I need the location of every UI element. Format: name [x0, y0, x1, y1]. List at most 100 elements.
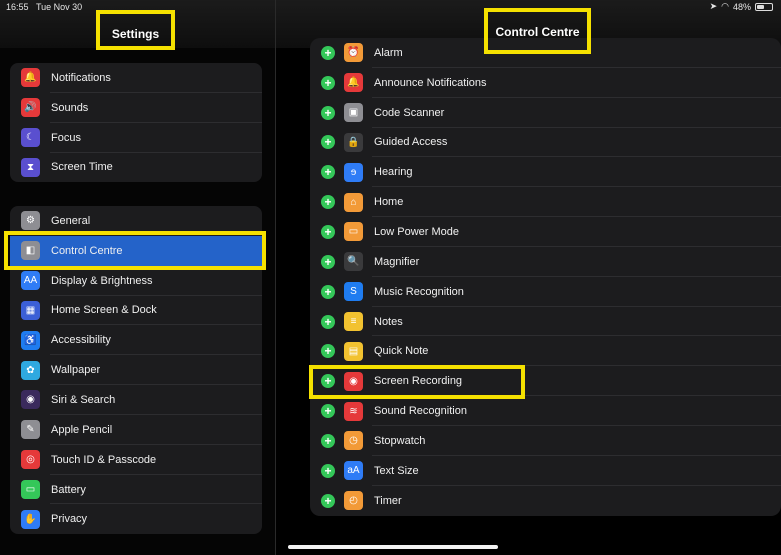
sidebar-item-label: Display & Brightness: [51, 274, 153, 287]
sidebar-item-battery[interactable]: ▭ Battery: [10, 475, 262, 505]
control-item-guided-access: + 🔒 Guided Access: [310, 128, 781, 158]
accessibility-icon: ♿: [21, 330, 40, 350]
battery-icon: ▭: [21, 480, 40, 500]
sidebar-item-home-screen-and-dock[interactable]: ▦ Home Screen & Dock: [10, 296, 262, 326]
sidebar-item-label: Control Centre: [51, 244, 123, 257]
add-control-button[interactable]: +: [321, 284, 335, 299]
sidebar-item-siri-and-search[interactable]: ◉ Siri & Search: [10, 385, 262, 415]
display-icon: AA: [21, 271, 40, 291]
settings-group-2: ⚙ General ◧ Control Centre AA Display & Brigh…: [10, 206, 262, 534]
control-item-label: Announce Notifications: [374, 76, 487, 89]
sidebar-item-focus[interactable]: ☾ Focus: [10, 123, 262, 153]
settings-group-1: 🔔 Notifications 🔊 Sounds ☾ Focus ⧗ Screen Time: [10, 63, 262, 182]
fingerprint-icon: ◎: [21, 450, 40, 470]
control-item-label: Stopwatch: [374, 434, 426, 447]
add-control-button[interactable]: +: [321, 433, 335, 448]
low-power-icon: ▭: [344, 222, 363, 242]
sidebar-item-accessibility[interactable]: ♿ Accessibility: [10, 325, 262, 356]
sidebar-item-label: Notifications: [51, 71, 111, 84]
control-item-low-power-mode: + ▭ Low Power Mode: [310, 217, 781, 247]
sidebar-item-general[interactable]: ⚙ General: [10, 206, 262, 236]
timer-icon: ◴: [344, 491, 363, 511]
control-item-sound-recognition: + ≋ Sound Recognition: [310, 396, 781, 426]
sidebar-item-label: Battery: [51, 483, 86, 496]
control-item-label: Hearing: [374, 166, 413, 179]
control-item-label: Low Power Mode: [374, 225, 459, 238]
detail-title: Control Centre: [484, 8, 591, 54]
magnifier-icon: 🔍: [344, 252, 363, 272]
add-control-button[interactable]: +: [321, 314, 335, 329]
control-item-label: Guided Access: [374, 136, 448, 149]
ear-icon: ɘ: [344, 162, 363, 182]
sidebar-item-label: Screen Time: [51, 161, 113, 174]
announce-icon: 🔔: [344, 73, 363, 93]
sidebar-item-privacy[interactable]: ✋ Privacy: [10, 504, 262, 534]
sidebar-item-label: Privacy: [51, 513, 88, 526]
wifi-icon: ◠: [721, 1, 729, 11]
add-control-button[interactable]: +: [321, 45, 335, 60]
sidebar-item-notifications[interactable]: 🔔 Notifications: [10, 63, 262, 93]
sidebar-item-touch-id-and-passcode[interactable]: ◎ Touch ID & Passcode: [10, 445, 262, 475]
control-item-quick-note: + ▤ Quick Note: [310, 336, 781, 367]
status-date: Tue Nov 30: [36, 2, 83, 12]
control-item-label: Magnifier: [374, 255, 420, 268]
text-size-icon: aA: [344, 461, 363, 481]
control-item-timer: + ◴ Timer: [310, 486, 781, 516]
add-control-button[interactable]: +: [321, 404, 335, 419]
add-control-button[interactable]: +: [321, 493, 335, 508]
control-item-label: Quick Note: [374, 345, 429, 358]
wallpaper-icon: ✿: [21, 360, 40, 380]
add-control-button[interactable]: +: [321, 463, 335, 478]
sidebar-title: Settings: [96, 10, 175, 50]
add-control-button[interactable]: +: [321, 195, 335, 210]
add-control-button[interactable]: +: [321, 135, 335, 150]
gear-icon: ⚙: [21, 211, 40, 231]
sidebar-item-label: Touch ID & Passcode: [51, 453, 157, 466]
stopwatch-icon: ◷: [344, 431, 363, 451]
notes-icon: ≡: [344, 312, 363, 332]
control-item-label: Sound Recognition: [374, 405, 467, 418]
control-item-label: Music Recognition: [374, 285, 464, 298]
control-item-hearing: + ɘ Hearing: [310, 157, 781, 188]
add-control-button[interactable]: +: [321, 374, 335, 389]
add-control-button[interactable]: +: [321, 165, 335, 180]
control-item-notes: + ≡ Notes: [310, 307, 781, 337]
control-item-music-recognition: + S Music Recognition: [310, 277, 781, 307]
control-item-label: Home: [374, 196, 404, 209]
sidebar-item-label: Sounds: [51, 101, 89, 114]
control-item-magnifier: + 🔍 Magnifier: [310, 247, 781, 277]
lock-icon: 🔒: [344, 132, 363, 152]
control-item-stopwatch: + ◷ Stopwatch: [310, 426, 781, 456]
control-item-label: Code Scanner: [374, 106, 445, 119]
home-indicator[interactable]: [288, 545, 498, 549]
add-control-button[interactable]: +: [321, 105, 335, 120]
sidebar-item-screen-time[interactable]: ⧗ Screen Time: [10, 153, 262, 182]
add-control-button[interactable]: +: [321, 224, 335, 239]
sidebar-item-label: Siri & Search: [51, 393, 116, 406]
status-bar: 16:55 Tue Nov 30 ➤ ◠ 48%: [0, 0, 781, 14]
add-control-button[interactable]: +: [321, 344, 335, 359]
sidebar-item-apple-pencil[interactable]: ✎ Apple Pencil: [10, 415, 262, 445]
sidebar-item-control-centre[interactable]: ◧ Control Centre: [10, 235, 262, 266]
qr-icon: ▣: [344, 103, 363, 123]
battery-icon: [755, 2, 773, 11]
notifications-icon: 🔔: [21, 68, 40, 88]
add-control-button[interactable]: +: [321, 75, 335, 90]
control-item-text-size: + aA Text Size: [310, 456, 781, 486]
add-control-button[interactable]: +: [321, 254, 335, 269]
control-item-code-scanner: + ▣ Code Scanner: [310, 98, 781, 128]
home-screen-icon: ▦: [21, 300, 40, 320]
sidebar-item-label: Accessibility: [51, 334, 111, 347]
sounds-icon: 🔊: [21, 98, 40, 118]
sidebar-item-label: Home Screen & Dock: [51, 304, 157, 317]
sidebar-item-wallpaper[interactable]: ✿ Wallpaper: [10, 355, 262, 386]
battery-percent: 48%: [732, 1, 751, 12]
control-item-label: Notes: [374, 315, 403, 328]
siri-icon: ◉: [21, 390, 40, 410]
settings-sidebar: Settings 🔔 Notifications 🔊 Sounds ☾ Focus ⧗ Scr…: [0, 0, 275, 555]
sidebar-item-label: General: [51, 214, 91, 227]
shazam-icon: S: [344, 282, 363, 302]
sidebar-item-sounds[interactable]: 🔊 Sounds: [10, 93, 262, 123]
record-icon: ◉: [344, 371, 363, 391]
sidebar-item-display-and-brightness[interactable]: AA Display & Brightness: [10, 266, 262, 296]
